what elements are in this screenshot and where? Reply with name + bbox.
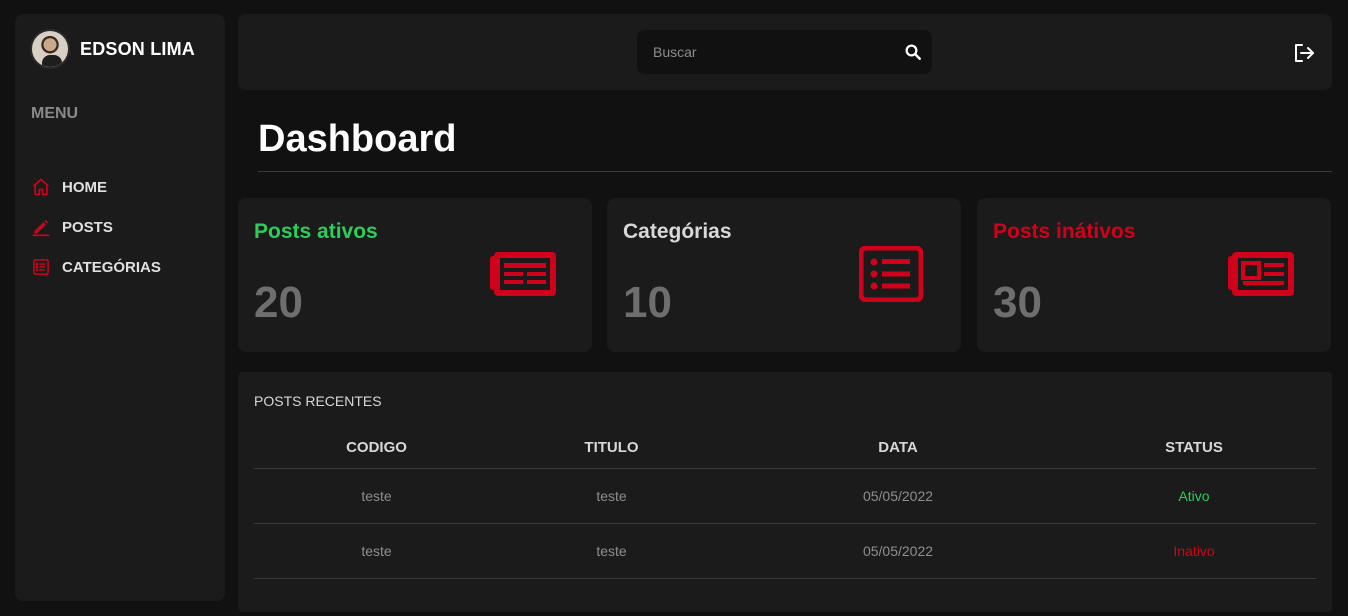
- divider: [258, 171, 1332, 172]
- card-posts-ativos[interactable]: Posts ativos 20: [238, 198, 592, 352]
- search-icon[interactable]: [904, 43, 922, 61]
- logout-icon[interactable]: [1292, 41, 1316, 65]
- sidebar: EDSON LIMA MENU HOME POSTS CATEGÓRIAS: [15, 14, 225, 601]
- cell-status: Ativo: [1072, 468, 1316, 524]
- recent-posts-table: CODIGO TITULO DATA STATUS teste teste 05…: [254, 428, 1316, 579]
- card-value: 20: [254, 278, 303, 327]
- card-value: 30: [993, 278, 1042, 327]
- cell-codigo: teste: [254, 468, 499, 524]
- user-name: EDSON LIMA: [80, 38, 196, 59]
- topbar: [238, 14, 1332, 90]
- newspaper-icon: [490, 252, 556, 296]
- cell-titulo: teste: [499, 523, 724, 579]
- cell-data: 05/05/2022: [724, 468, 1072, 524]
- card-value: 10: [623, 278, 672, 327]
- user-profile[interactable]: EDSON LIMA: [30, 29, 195, 69]
- sidebar-item-categorias[interactable]: CATEGÓRIAS: [31, 247, 161, 287]
- table-row[interactable]: teste teste 05/05/2022 Ativo: [254, 468, 1316, 524]
- newspaper-alt-icon: [1228, 252, 1294, 296]
- sidebar-item-posts[interactable]: POSTS: [31, 207, 161, 247]
- column-header-status[interactable]: STATUS: [1072, 428, 1316, 469]
- card-title: Posts inátivos: [993, 220, 1136, 243]
- table-row[interactable]: teste teste 05/05/2022 Inativo: [254, 523, 1316, 579]
- avatar[interactable]: [30, 29, 70, 69]
- column-header-titulo[interactable]: TITULO: [499, 428, 724, 469]
- cell-data: 05/05/2022: [724, 523, 1072, 579]
- column-header-data[interactable]: DATA: [724, 428, 1072, 469]
- page-title: Dashboard: [258, 118, 457, 160]
- table-header-row: CODIGO TITULO DATA STATUS: [254, 428, 1316, 469]
- cell-codigo: teste: [254, 523, 499, 579]
- list-icon: [859, 246, 923, 302]
- cell-status: Inativo: [1072, 523, 1316, 579]
- pencil-icon: [32, 219, 50, 237]
- recent-posts-panel: POSTS RECENTES CODIGO TITULO DATA STATUS…: [238, 372, 1332, 612]
- column-header-codigo[interactable]: CODIGO: [254, 428, 499, 469]
- card-posts-inativos[interactable]: Posts inátivos 30: [977, 198, 1331, 352]
- menu-title: MENU: [31, 105, 79, 122]
- recent-posts-title: POSTS RECENTES: [254, 393, 382, 409]
- cell-titulo: teste: [499, 468, 724, 524]
- sidebar-item-home[interactable]: HOME: [31, 167, 161, 207]
- list-box-icon: [33, 259, 49, 275]
- card-title: Categórias: [623, 220, 732, 243]
- sidebar-item-label: CATEGÓRIAS: [62, 258, 161, 276]
- sidebar-item-label: HOME: [62, 178, 107, 196]
- home-icon: [32, 178, 50, 196]
- search-input[interactable]: [637, 44, 887, 60]
- sidebar-item-label: POSTS: [62, 218, 113, 236]
- card-title: Posts ativos: [254, 220, 378, 243]
- sidebar-nav: HOME POSTS CATEGÓRIAS: [31, 167, 161, 287]
- card-categorias[interactable]: Categórias 10: [607, 198, 961, 352]
- search-box: [637, 30, 932, 74]
